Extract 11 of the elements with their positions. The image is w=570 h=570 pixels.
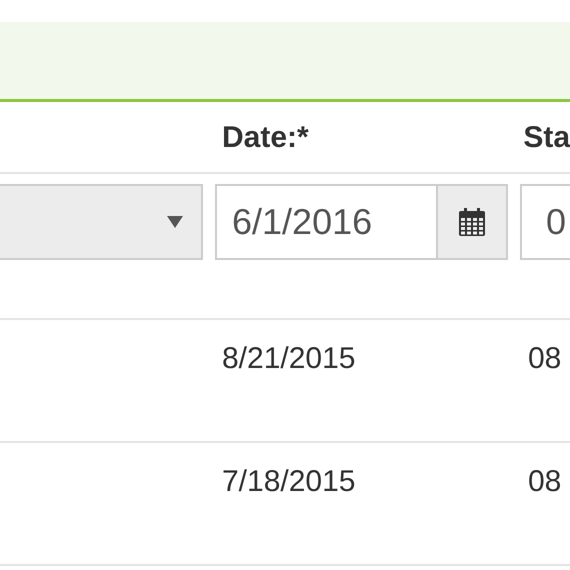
table-cell-text: 08 <box>528 464 562 500</box>
column-header: Date:* <box>222 120 310 156</box>
date-field[interactable]: 6/1/2016 <box>215 184 508 260</box>
table-cell-text: 8/21/2015 <box>222 341 356 377</box>
table-cell-text: 08 <box>528 341 562 377</box>
table-cell-text: 7/18/2015 <box>222 464 356 500</box>
column-header: Sta <box>523 120 570 156</box>
caret-icon <box>167 216 183 228</box>
calendar-icon <box>459 208 485 236</box>
calendar-button[interactable] <box>436 186 506 258</box>
input-field[interactable]: 0 <box>520 184 570 260</box>
